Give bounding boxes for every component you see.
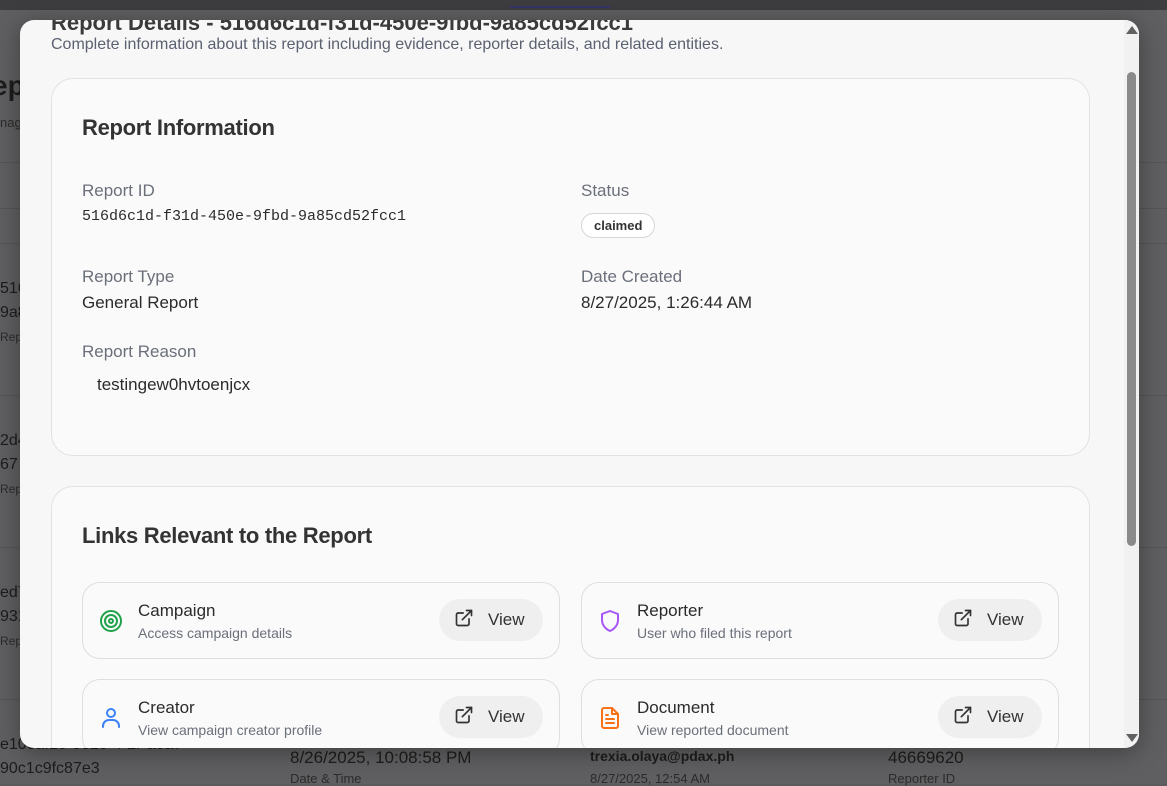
background-row-id: 67: [0, 456, 18, 473]
background-topbar: [0, 0, 1167, 10]
date-created-value: 8/27/2025, 1:26:44 AM: [581, 293, 753, 312]
status-badge: claimed: [581, 213, 656, 238]
link-description: View campaign creator profile: [138, 722, 323, 738]
shield-icon: [598, 609, 622, 633]
link-card-creator: Creator View campaign creator profile Vi…: [82, 679, 560, 748]
external-link-icon: [454, 608, 474, 633]
status-label: Status: [581, 181, 630, 200]
view-button-label: View: [488, 707, 525, 726]
report-information-heading: Report Information: [82, 115, 275, 140]
view-document-button[interactable]: View: [938, 696, 1042, 738]
link-name: Document: [637, 698, 715, 717]
view-reporter-button[interactable]: View: [938, 599, 1042, 641]
link-name: Creator: [138, 698, 195, 717]
external-link-icon: [454, 705, 474, 730]
report-id-label: Report ID: [82, 181, 155, 200]
link-description: View reported document: [637, 722, 789, 738]
report-details-modal: Report Details - 516d6c1d-f31d-450e-9fbd…: [20, 20, 1139, 748]
date-created-label: Date Created: [581, 267, 683, 286]
link-name: Reporter: [637, 601, 704, 620]
background-row-email: trexia.olaya@pdax.ph: [590, 748, 735, 764]
user-icon: [99, 706, 123, 730]
background-active-tab-indicator: [510, 6, 610, 8]
report-information-card: Report Information Report ID 516d6c1d-f3…: [51, 78, 1090, 456]
modal-description: Complete information about this report i…: [51, 36, 724, 53]
view-button-label: View: [987, 610, 1024, 629]
background-page-subtitle: nag: [0, 115, 22, 130]
link-card-reporter: Reporter User who filed this report View: [581, 582, 1059, 659]
modal-content: Report Details - 516d6c1d-f31d-450e-9fbd…: [20, 20, 1124, 748]
modal-scrollbar[interactable]: [1124, 20, 1139, 748]
report-links-heading: Links Relevant to the Report: [82, 523, 372, 548]
report-id-value: 516d6c1d-f31d-450e-9fbd-9a85cd52fcc1: [82, 208, 407, 225]
background-row-reporter-id: 46669620: [888, 748, 964, 767]
link-description: Access campaign details: [138, 625, 293, 641]
scrollbar-thumb[interactable]: [1127, 72, 1136, 546]
report-type-label: Report Type: [82, 267, 175, 286]
background-row-datetime: 8/26/2025, 10:08:58 PM: [290, 748, 472, 767]
view-button-label: View: [488, 610, 525, 629]
link-description: User who filed this report: [637, 625, 792, 641]
report-reason-label: Report Reason: [82, 342, 197, 361]
report-reason-value: testingew0hvtoenjcx: [97, 375, 251, 394]
view-campaign-button[interactable]: View: [439, 599, 543, 641]
modal-title: Report Details - 516d6c1d-f31d-450e-9fbd…: [51, 20, 634, 35]
scroll-up-arrow-icon[interactable]: [1126, 26, 1138, 34]
scroll-down-arrow-icon[interactable]: [1126, 734, 1138, 742]
external-link-icon: [953, 608, 973, 633]
view-button-label: View: [987, 707, 1024, 726]
report-type-value: General Report: [82, 293, 199, 312]
document-icon: [598, 706, 622, 730]
link-card-campaign: Campaign Access campaign details View: [82, 582, 560, 659]
external-link-icon: [953, 705, 973, 730]
link-card-document: Document View reported document View: [581, 679, 1059, 748]
report-links-card: Links Relevant to the Report Campaign Ac…: [51, 486, 1090, 748]
target-icon: [99, 609, 123, 633]
background-row-id: 90c1c9fc87e3: [0, 760, 100, 777]
link-name: Campaign: [138, 601, 216, 620]
view-creator-button[interactable]: View: [439, 696, 543, 738]
